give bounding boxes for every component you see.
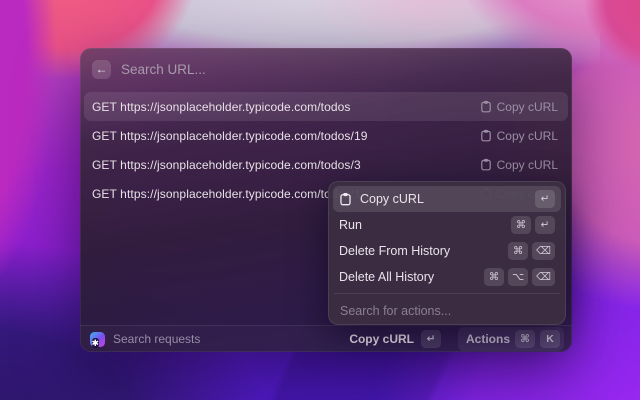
return-key-badge: ↵ [421, 330, 441, 348]
accessory-label: Copy cURL [497, 100, 558, 114]
clipboard-icon [480, 158, 492, 171]
actions-menu-popup: Copy cURL ↵ Run ⌘ ↵ Delete From History … [328, 181, 566, 325]
action-item-delete-from-history[interactable]: Delete From History ⌘ ⌫ [333, 238, 561, 264]
actions-label: Actions [466, 332, 510, 346]
extension-name-label: Search requests [113, 332, 341, 346]
request-row-todos-19[interactable]: GET https://jsonplaceholder.typicode.com… [84, 121, 568, 150]
back-button[interactable]: ← [92, 60, 111, 79]
action-label: Copy cURL [360, 192, 527, 206]
cmd-key-badge: ⌘ [508, 242, 528, 260]
back-arrow-icon: ← [96, 60, 108, 79]
action-label: Delete From History [339, 244, 500, 258]
primary-action-button[interactable]: Copy cURL ↵ [349, 330, 441, 348]
request-title: GET https://jsonplaceholder.typicode.com… [92, 158, 480, 172]
request-row-todos-3[interactable]: GET https://jsonplaceholder.typicode.com… [84, 150, 568, 179]
search-url-input[interactable]: Search URL... [121, 62, 560, 77]
extension-icon-glyph: ✱ [92, 338, 100, 348]
clipboard-icon [339, 192, 352, 206]
action-shortcut: ↵ [535, 190, 555, 208]
backspace-key-badge: ⌫ [532, 242, 555, 260]
option-key-badge: ⌥ [508, 268, 528, 286]
clipboard-icon [480, 129, 492, 142]
action-item-run[interactable]: Run ⌘ ↵ [333, 212, 561, 238]
primary-action-label: Copy cURL [349, 332, 414, 346]
action-shortcut: ⌘ ⌫ [508, 242, 555, 260]
request-title: GET https://jsonplaceholder.typicode.com… [92, 100, 480, 114]
action-label: Delete All History [339, 270, 476, 284]
accessory-label: Copy cURL [497, 129, 558, 143]
popup-divider [334, 293, 560, 294]
window-footer: ✱ Search requests Copy cURL ↵ Actions ⌘ … [80, 325, 572, 352]
action-item-copy-curl[interactable]: Copy cURL ↵ [333, 186, 561, 212]
row-accessory: Copy cURL [480, 129, 558, 143]
cmd-key-badge: ⌘ [511, 216, 531, 234]
accessory-label: Copy cURL [497, 158, 558, 172]
return-key-badge: ↵ [535, 190, 555, 208]
extension-icon: ✱ [90, 332, 105, 347]
clipboard-icon [480, 100, 492, 113]
k-key-badge: K [540, 330, 560, 348]
action-shortcut: ⌘ ⌥ ⌫ [484, 268, 555, 286]
actions-button[interactable]: Actions ⌘ K [458, 327, 564, 351]
action-label: Run [339, 218, 503, 232]
row-accessory: Copy cURL [480, 100, 558, 114]
request-row-todos[interactable]: GET https://jsonplaceholder.typicode.com… [84, 92, 568, 121]
action-item-delete-all-history[interactable]: Delete All History ⌘ ⌥ ⌫ [333, 264, 561, 290]
row-accessory: Copy cURL [480, 158, 558, 172]
cmd-key-badge: ⌘ [484, 268, 504, 286]
return-key-badge: ↵ [535, 216, 555, 234]
cmd-key-badge: ⌘ [515, 330, 535, 348]
action-search-input[interactable]: Search for actions... [333, 297, 561, 325]
search-header: ← Search URL... [80, 48, 572, 90]
backspace-key-badge: ⌫ [532, 268, 555, 286]
action-shortcut: ⌘ ↵ [511, 216, 555, 234]
request-title: GET https://jsonplaceholder.typicode.com… [92, 129, 480, 143]
